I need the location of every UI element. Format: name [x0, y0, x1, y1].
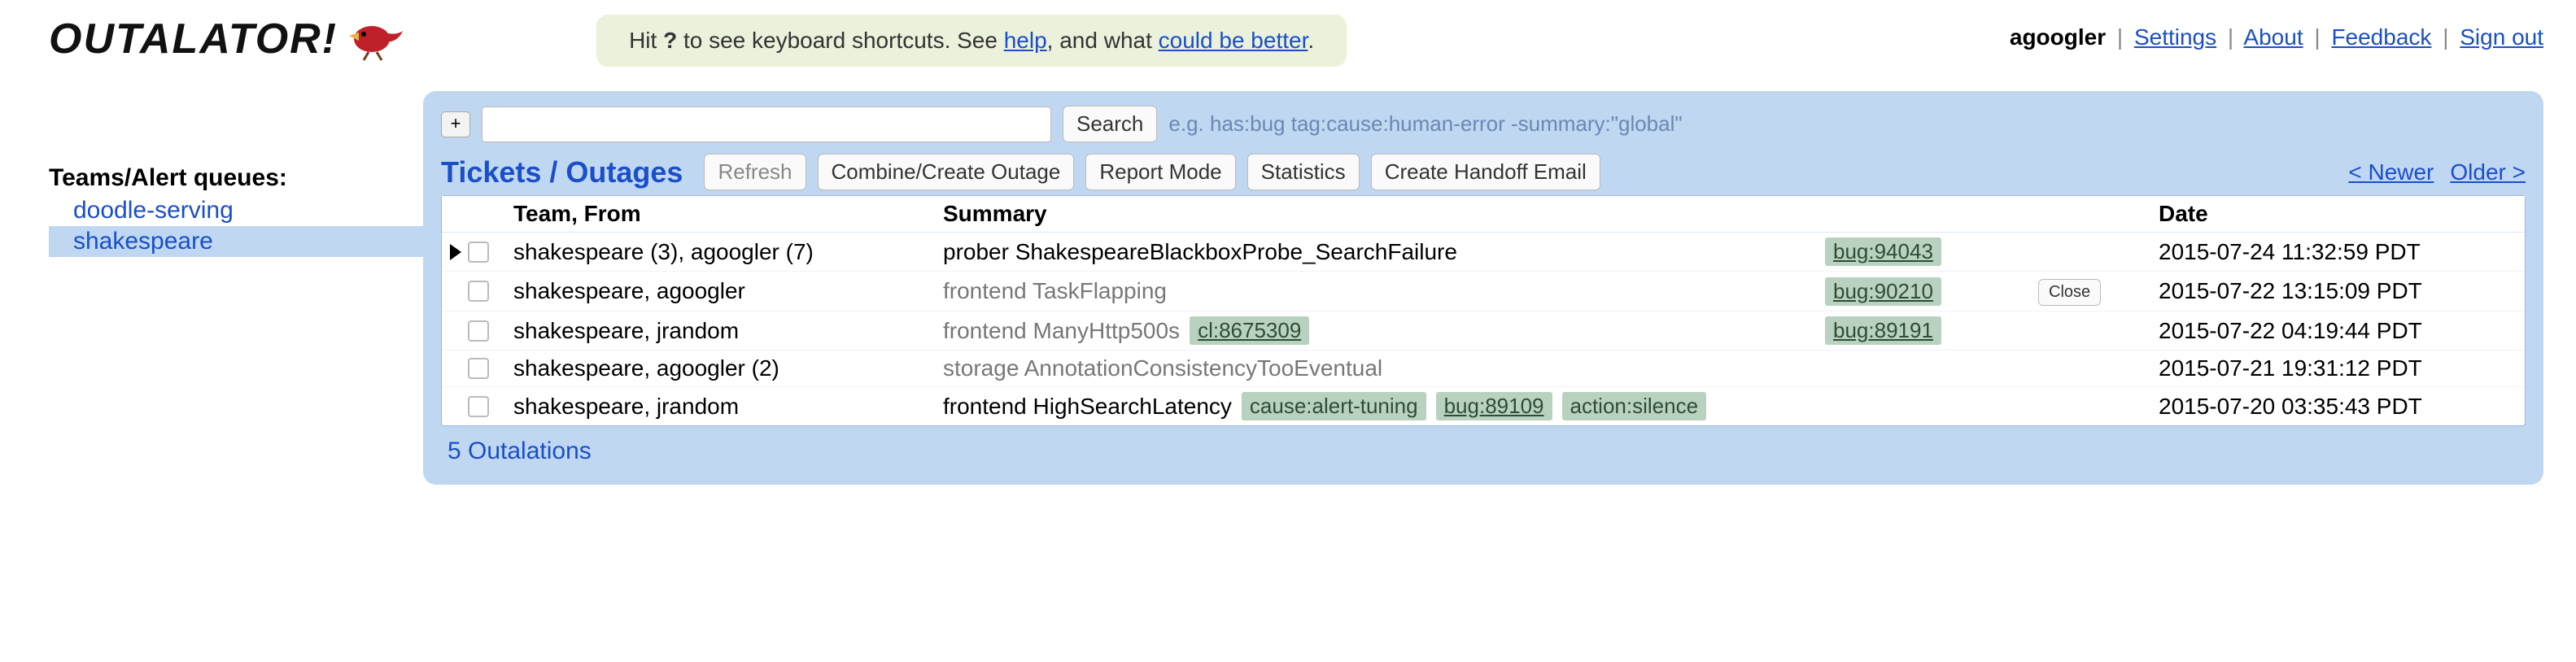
row-date: 2015-07-20 03:35:43 PDT — [2159, 394, 2517, 420]
expand-button[interactable]: + — [441, 111, 470, 137]
table-row[interactable]: shakespeare, agoogler (2)storage Annotat… — [442, 351, 2525, 387]
row-checkbox[interactable] — [468, 242, 489, 263]
toolbar: Tickets / Outages Refresh Combine/Create… — [441, 154, 2526, 190]
nav-settings[interactable]: Settings — [2134, 24, 2216, 50]
col-summary: Summary — [943, 201, 1814, 227]
help-link[interactable]: help — [1004, 28, 1047, 53]
row-bug-tag[interactable]: bug:90210 — [1825, 277, 1941, 306]
row-date: 2015-07-22 13:15:09 PDT — [2159, 278, 2517, 304]
app-logo: OUTALATOR! — [49, 15, 409, 63]
row-team: shakespeare, agoogler — [513, 278, 937, 304]
table-row[interactable]: shakespeare, agooglerfrontend TaskFlappi… — [442, 272, 2525, 311]
col-team: Team, From — [513, 201, 937, 227]
row-date: 2015-07-22 04:19:44 PDT — [2159, 318, 2517, 344]
table-row[interactable]: shakespeare, jrandomfrontend HighSearchL… — [442, 387, 2525, 425]
tickets-table: Team, From Summary Date shakespeare (3),… — [441, 195, 2526, 426]
app-title: OUTALATOR! — [49, 15, 338, 63]
older-link[interactable]: Older > — [2450, 159, 2526, 185]
row-tag[interactable]: cl:8675309 — [1190, 316, 1309, 345]
hint-bar: Hit ? to see keyboard shortcuts. See hel… — [596, 15, 1347, 67]
row-summary: frontend TaskFlapping — [943, 278, 1814, 304]
current-row-pointer-icon — [450, 244, 461, 260]
footer-count: 5 Outalations — [441, 426, 2526, 467]
search-input[interactable] — [482, 107, 1051, 142]
row-date: 2015-07-24 11:32:59 PDT — [2159, 239, 2517, 265]
row-summary: frontend HighSearchLatencycause:alert-tu… — [943, 392, 1814, 420]
sidebar-item-doodle-serving[interactable]: doodle-serving — [49, 195, 423, 226]
user-nav: agoogler | Settings | About | Feedback |… — [2010, 15, 2543, 50]
row-tag: action:silence — [1562, 392, 1707, 420]
section-title: Tickets / Outages — [441, 155, 683, 189]
row-date: 2015-07-21 19:31:12 PDT — [2159, 355, 2517, 381]
row-checkbox[interactable] — [468, 320, 489, 342]
col-date: Date — [2159, 201, 2517, 227]
nav-signout[interactable]: Sign out — [2460, 24, 2543, 50]
row-team: shakespeare, jrandom — [513, 318, 937, 344]
row-bug-tag[interactable]: bug:89191 — [1825, 316, 1941, 345]
row-checkbox[interactable] — [468, 396, 489, 417]
row-checkbox[interactable] — [468, 358, 489, 379]
table-header: Team, From Summary Date — [442, 196, 2525, 233]
sidebar-title: Teams/Alert queues: — [49, 164, 423, 192]
current-user: agoogler — [2010, 24, 2106, 50]
row-summary: storage AnnotationConsistencyTooEventual — [943, 355, 1814, 381]
row-team: shakespeare, agoogler (2) — [513, 355, 937, 381]
report-mode-button[interactable]: Report Mode — [1085, 154, 1235, 190]
search-row: + Search e.g. has:bug tag:cause:human-er… — [441, 106, 2526, 142]
row-team: shakespeare, jrandom — [513, 394, 937, 420]
table-row[interactable]: shakespeare (3), agoogler (7)prober Shak… — [442, 233, 2525, 272]
nav-about[interactable]: About — [2243, 24, 2303, 50]
table-row[interactable]: shakespeare, jrandomfrontend ManyHttp500… — [442, 311, 2525, 351]
row-bug-tag[interactable]: bug:94043 — [1825, 237, 1941, 266]
refresh-button[interactable]: Refresh — [704, 154, 806, 190]
search-button[interactable]: Search — [1063, 106, 1157, 142]
search-hint: e.g. has:bug tag:cause:human-error -summ… — [1168, 111, 1682, 137]
sidebar: Teams/Alert queues: doodle-serving shake… — [49, 91, 423, 257]
row-checkbox[interactable] — [468, 281, 489, 302]
combine-button[interactable]: Combine/Create Outage — [818, 154, 1075, 190]
main-panel: + Search e.g. has:bug tag:cause:human-er… — [423, 91, 2543, 485]
newer-link[interactable]: < Newer — [2348, 159, 2434, 185]
handoff-button[interactable]: Create Handoff Email — [1371, 154, 1600, 190]
row-summary: frontend ManyHttp500scl:8675309 — [943, 316, 1814, 345]
row-summary: prober ShakespeareBlackboxProbe_SearchFa… — [943, 239, 1814, 265]
feedback-link-inline[interactable]: could be better — [1159, 28, 1308, 53]
statistics-button[interactable]: Statistics — [1247, 154, 1360, 190]
row-team: shakespeare (3), agoogler (7) — [513, 239, 937, 265]
nav-feedback[interactable]: Feedback — [2331, 24, 2431, 50]
bird-icon — [344, 16, 409, 62]
sidebar-item-shakespeare[interactable]: shakespeare — [49, 226, 423, 257]
row-close-button[interactable]: Close — [2038, 279, 2101, 306]
row-tag: cause:alert-tuning — [1242, 392, 1426, 420]
row-tag[interactable]: bug:89109 — [1436, 392, 1552, 420]
